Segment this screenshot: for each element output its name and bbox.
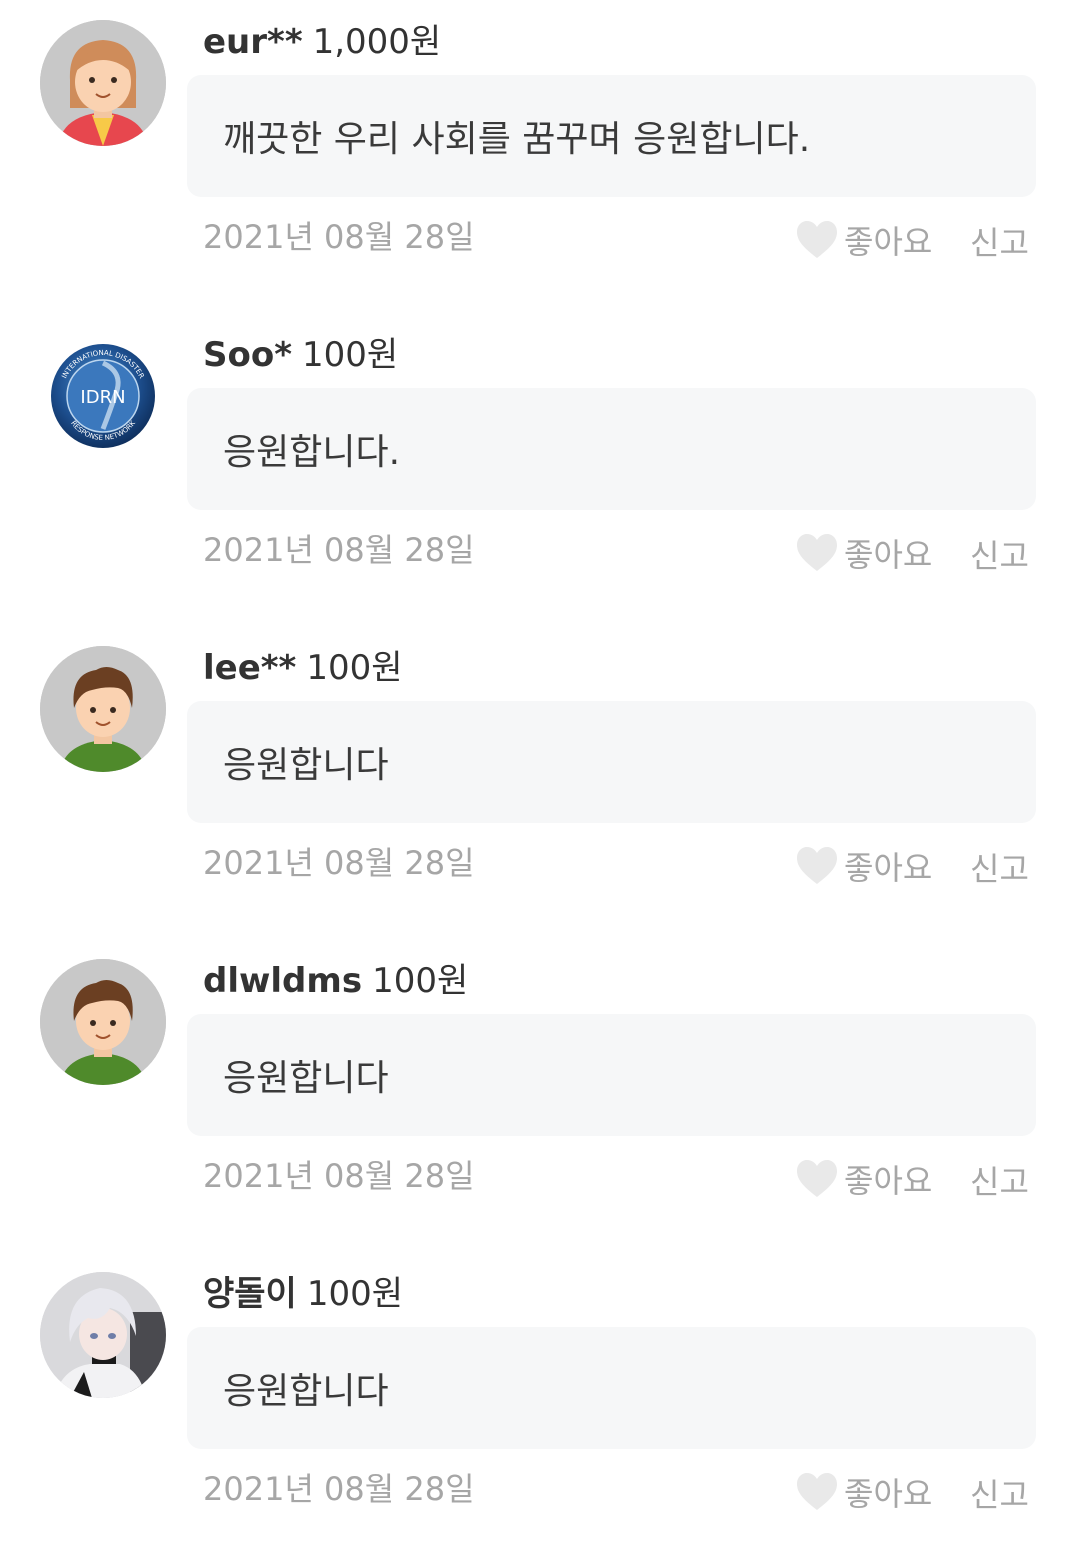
like-label: 좋아요 (844, 1162, 933, 1200)
like-label: 좋아요 (844, 1475, 933, 1513)
username: eur** (203, 22, 303, 62)
comment-text: 응원합니다 (223, 1371, 389, 1412)
avatar[interactable]: INTERNATIONAL DISASTER RESPONSE NETWORK … (40, 333, 166, 459)
comment-item: dlwldms 100원 응원합니다 2021년 08월 28일 좋아요 신고 (0, 939, 1078, 1252)
report-button[interactable]: 신고 (970, 1470, 1029, 1516)
username: dlwldms (203, 961, 363, 1001)
comment-header: 양돌이 100원 (203, 1266, 403, 1314)
like-button[interactable]: 좋아요 (794, 528, 932, 578)
comment-item: INTERNATIONAL DISASTER RESPONSE NETWORK … (0, 313, 1078, 626)
report-button[interactable]: 신고 (970, 218, 1029, 264)
avatar[interactable] (40, 20, 166, 146)
comment-header: Soo* 100원 (203, 327, 398, 375)
heart-icon (797, 534, 837, 571)
comment-bubble: 깨끗한 우리 사회를 꿈꾸며 응원합니다. (187, 75, 1036, 197)
donation-amount: 100원 (301, 335, 399, 375)
like-button[interactable]: 좋아요 (794, 1154, 932, 1204)
report-button[interactable]: 신고 (970, 1157, 1029, 1203)
boy-avatar-icon (40, 959, 166, 1085)
donation-amount: 100원 (306, 1274, 404, 1314)
comment-bubble: 응원합니다 (187, 701, 1036, 823)
report-button[interactable]: 신고 (970, 531, 1029, 577)
like-button[interactable]: 좋아요 (794, 1467, 932, 1517)
username: Soo* (203, 335, 292, 375)
comment-date: 2021년 08월 28일 (203, 531, 475, 569)
comment-header: lee** 100원 (203, 640, 403, 688)
donation-amount: 100원 (306, 648, 403, 688)
comment-item: lee** 100원 응원합니다 2021년 08월 28일 좋아요 신고 (0, 626, 1078, 939)
comment-bubble: 응원합니다 (187, 1014, 1036, 1136)
comment-header: eur** 1,000원 (203, 14, 441, 62)
like-label: 좋아요 (844, 223, 933, 261)
comment-header: dlwldms 100원 (203, 953, 468, 1001)
comment-text: 깨끗한 우리 사회를 꿈꾸며 응원합니다. (223, 119, 811, 160)
comment-item: eur** 1,000원 깨끗한 우리 사회를 꿈꾸며 응원합니다. 2021년… (0, 0, 1078, 313)
avatar[interactable] (40, 646, 166, 772)
username: 양돌이 (203, 1274, 297, 1314)
report-button[interactable]: 신고 (970, 844, 1029, 890)
comment-item: 양돌이 100원 응원합니다 2021년 08월 28일 좋아요 신고 (0, 1252, 1078, 1565)
heart-icon (797, 847, 837, 884)
logo-text: IDRN (80, 387, 125, 408)
heart-icon (797, 1160, 837, 1197)
comment-text: 응원합니다 (223, 1058, 389, 1099)
comment-date: 2021년 08월 28일 (203, 844, 475, 882)
heart-icon (797, 1473, 837, 1510)
comment-date: 2021년 08월 28일 (203, 1157, 475, 1195)
username: lee** (203, 648, 297, 688)
comment-date: 2021년 08월 28일 (203, 218, 475, 256)
comment-date: 2021년 08월 28일 (203, 1470, 475, 1508)
boy-avatar-icon (40, 646, 166, 772)
comment-bubble: 응원합니다 (187, 1327, 1036, 1449)
comment-text: 응원합니다. (223, 432, 401, 473)
girl-avatar-icon (40, 20, 166, 146)
comment-bubble: 응원합니다. (187, 388, 1036, 510)
like-label: 좋아요 (844, 849, 933, 887)
donation-amount: 1,000원 (312, 22, 442, 62)
idrn-logo: INTERNATIONAL DISASTER RESPONSE NETWORK … (40, 333, 166, 459)
like-button[interactable]: 좋아요 (794, 215, 932, 265)
avatar[interactable] (40, 1272, 166, 1398)
donation-amount: 100원 (372, 961, 469, 1001)
anime-photo-avatar (40, 1272, 166, 1398)
like-button[interactable]: 좋아요 (794, 841, 932, 891)
heart-icon (797, 221, 837, 258)
like-label: 좋아요 (844, 536, 933, 574)
comment-text: 응원합니다 (223, 745, 389, 786)
avatar[interactable] (40, 959, 166, 1085)
